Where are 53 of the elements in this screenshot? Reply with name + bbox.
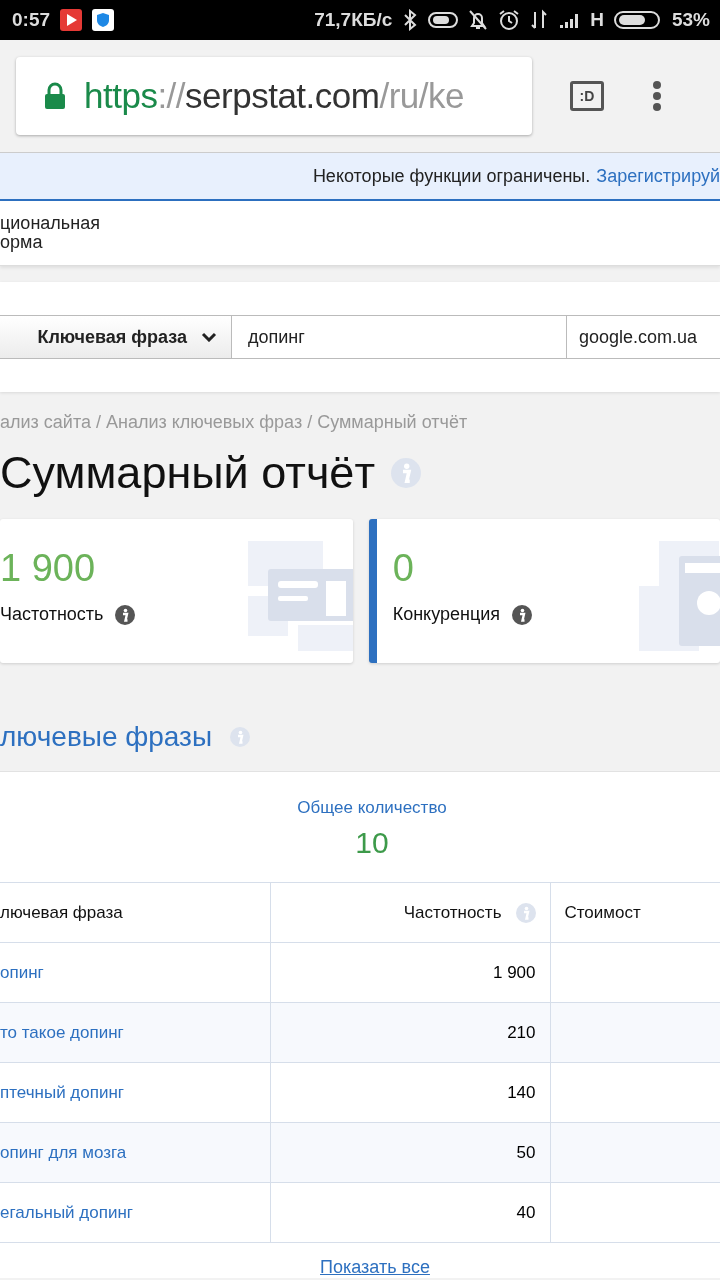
network-speed: 71,7КБ/с (314, 9, 393, 31)
info-icon (391, 458, 421, 488)
search-mode-dropdown[interactable]: Ключевая фраза (0, 315, 232, 359)
keyword-link[interactable]: егальный допинг (0, 1202, 133, 1222)
table-cell: 50 (270, 1122, 550, 1183)
bluetooth-icon (402, 9, 419, 31)
plan-text: орма (0, 233, 43, 252)
column-header: Частотность (403, 902, 502, 923)
bell-muted-icon (468, 9, 489, 31)
column-header: лючевая фраза (0, 882, 270, 943)
stat-value: 0 (392, 547, 414, 590)
stat-label: Конкуренция (392, 604, 501, 625)
table-cell: 40 (270, 1182, 550, 1243)
total-label: Общее количество (297, 798, 447, 818)
info-icon (230, 727, 251, 747)
clock: 0:57 (12, 9, 51, 31)
shield-icon (92, 9, 115, 31)
network-type: H (590, 9, 604, 31)
search-engine-input[interactable]: google.com.ua (567, 315, 720, 359)
chevron-down-icon (201, 332, 217, 342)
plan-text: циональная (0, 214, 101, 233)
notice-text: Некоторые функции ограничены. (312, 165, 591, 187)
lock-icon (44, 82, 66, 110)
breadcrumb: ализ сайта / Анализ ключевых фраз / Суммарный отчёт (0, 412, 469, 433)
app-icon (60, 9, 83, 31)
total-count: 10 (355, 826, 389, 860)
info-icon (512, 604, 533, 625)
show-all-link[interactable]: Показать все (290, 1257, 430, 1278)
keyword-link[interactable]: опинг для мозга (0, 1142, 127, 1162)
toggle-icon (428, 11, 459, 29)
alarm-icon (498, 9, 521, 31)
tabs-button[interactable]: :D (570, 81, 604, 111)
keyword-link[interactable]: то такое допинг (0, 1022, 124, 1042)
url-text: https://serpstat.com/ru/ke (84, 76, 464, 116)
keyword-link[interactable]: опинг (0, 962, 44, 982)
url-bar[interactable]: https://serpstat.com/ru/ke (16, 57, 532, 135)
table-cell: 1 900 (270, 942, 550, 1003)
info-icon (515, 902, 536, 923)
column-header: Стоимост (550, 882, 720, 943)
section-title: лючевые фразы (0, 721, 213, 753)
keyword-input[interactable]: допинг (232, 315, 567, 359)
keyword-link[interactable]: птечный допинг (0, 1082, 125, 1102)
register-link[interactable]: Зарегистрируй (596, 165, 720, 187)
more-menu-icon[interactable] (652, 80, 662, 112)
data-arrows-icon (530, 9, 549, 31)
table-cell: 140 (270, 1062, 550, 1123)
table-cell: 210 (270, 1002, 550, 1063)
page-title: Суммарный отчёт (0, 447, 375, 499)
stat-label: Частотность (0, 604, 104, 625)
stat-value: 1 900 (0, 547, 96, 590)
battery-icon (613, 9, 662, 31)
battery-level: 53% (671, 9, 710, 31)
info-icon (115, 604, 136, 625)
